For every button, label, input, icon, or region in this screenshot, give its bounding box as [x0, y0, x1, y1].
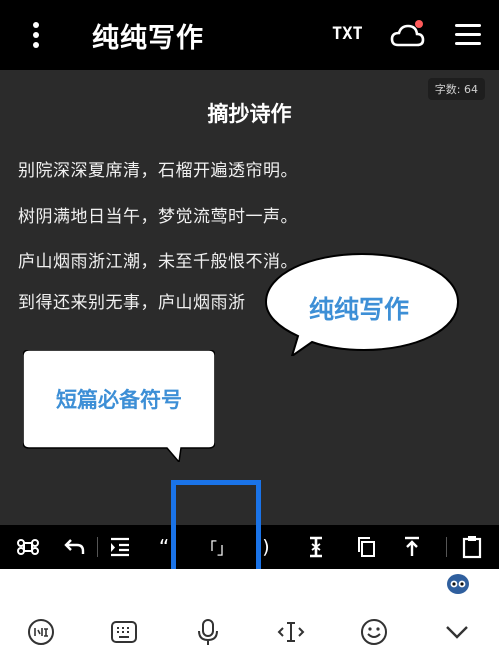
text-cursor-icon[interactable]: [302, 525, 330, 569]
keyboard-toolbar: [0, 569, 499, 662]
handwriting-icon[interactable]: [26, 617, 56, 647]
mascot-icon[interactable]: [446, 573, 470, 595]
more-options-icon[interactable]: [27, 20, 45, 50]
hamburger-menu-icon[interactable]: [455, 24, 481, 46]
cursor-move-icon[interactable]: [276, 617, 306, 647]
undo-icon[interactable]: [60, 525, 88, 569]
app-title: 纯纯写作: [92, 23, 204, 54]
text-line[interactable]: 到得还来别无事，庐山烟雨浙: [18, 288, 246, 313]
text-line[interactable]: 别院深深夏席清，石榴开遍透帘明。: [18, 156, 298, 181]
keyboard-icon[interactable]: [109, 617, 139, 647]
copy-icon[interactable]: [352, 525, 380, 569]
collapse-keyboard-icon[interactable]: [442, 617, 472, 647]
microphone-icon[interactable]: [193, 617, 223, 647]
emoji-icon[interactable]: [359, 617, 389, 647]
toolbar-divider: [97, 537, 98, 557]
txt-export-button[interactable]: TXT: [332, 24, 363, 44]
paste-icon[interactable]: [458, 525, 486, 569]
text-line[interactable]: 庐山烟雨浙江潮，未至千般恨不消。: [18, 247, 298, 272]
word-count-badge: 字数: 64: [427, 78, 485, 100]
callout-right-text: 纯纯写作: [308, 295, 409, 324]
move-to-top-icon[interactable]: [398, 525, 426, 569]
callout-left-text: 短篇必备符号: [56, 388, 182, 412]
text-line[interactable]: 树阴满地日当午，梦觉流莺时一声。: [18, 202, 298, 227]
document-title[interactable]: 摘抄诗作: [0, 98, 499, 128]
toolbar-divider: [446, 537, 447, 557]
command-icon[interactable]: [14, 525, 42, 569]
cloud-sync-icon[interactable]: [390, 18, 426, 52]
indent-icon[interactable]: [106, 525, 134, 569]
app-header: 纯纯写作 TXT: [0, 0, 499, 70]
